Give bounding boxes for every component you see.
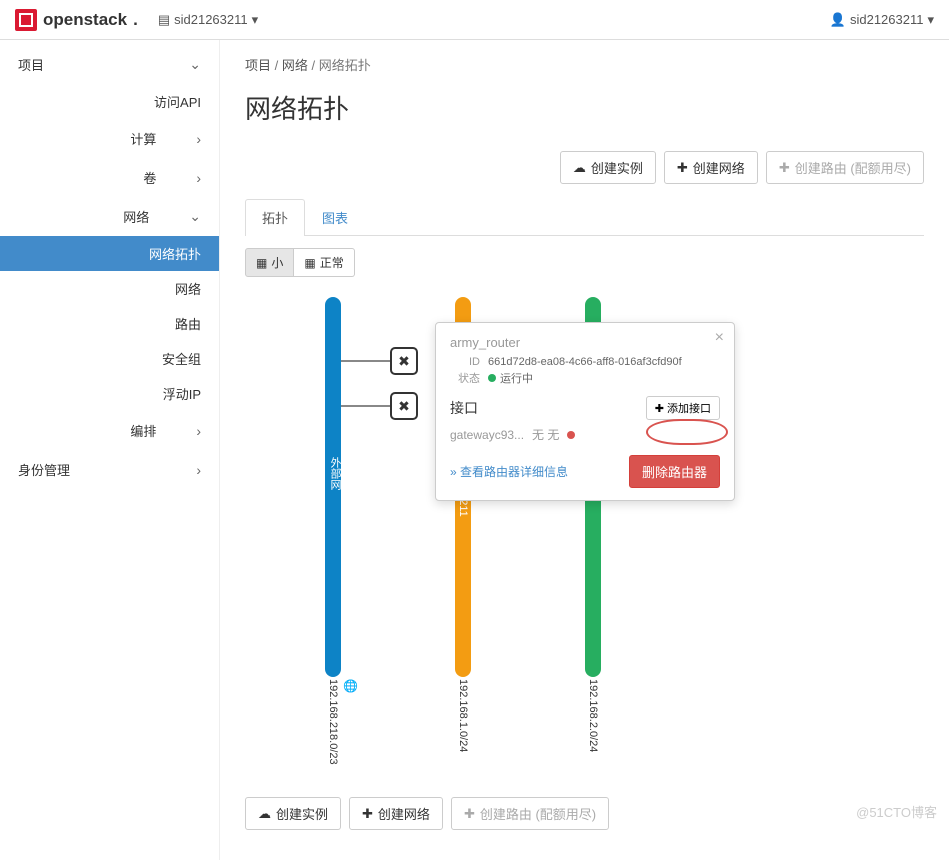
project-selector-label: sid21263211 (174, 12, 248, 27)
view-tabs: 拓扑 图表 (245, 199, 924, 236)
router-popup: × army_router ID661d72d8-ea08-4c66-aff8-… (435, 322, 735, 501)
cloud-upload-icon: ☁ (573, 160, 586, 176)
sidebar: 项目 ⌄ 访问API 计算 › 卷 › 网络 ⌄ 网络拓扑 网络 路由 安全组 … (0, 40, 220, 860)
project-selector[interactable]: ▤ sid21263211 ▾ (158, 12, 258, 28)
create-network-button-bottom[interactable]: ✚创建网络 (349, 797, 443, 830)
main-content: 项目 / 网络 / 网络拓扑 网络拓扑 ☁创建实例 ✚创建网络 ✚创建路由 (配… (220, 40, 949, 860)
size-toggle: ▦小 ▦正常 (245, 248, 924, 277)
subnet-label-2: 192.168.1.0/24 (457, 679, 469, 752)
popup-title: army_router (450, 335, 720, 350)
nav-networks[interactable]: 网络 (0, 271, 219, 306)
create-router-button-bottom: ✚创建路由 (配额用尽) (451, 797, 609, 830)
plus-icon: ✚ (779, 160, 790, 176)
grid-icon: ▦ (304, 256, 315, 270)
topbar-left: openstack. ▤ sid21263211 ▾ (15, 9, 258, 31)
network-label-1: 外部网 (327, 457, 343, 490)
add-interface-button[interactable]: ✚添加接口 (646, 396, 720, 420)
size-small-button[interactable]: ▦小 (245, 248, 294, 277)
nav-network[interactable]: 网络 ⌄ (0, 197, 219, 236)
tab-graph[interactable]: 图表 (305, 199, 365, 235)
interfaces-section: 接口 ✚添加接口 (450, 396, 720, 420)
topology-canvas: 外部网 63211 ✖ ✖ 192.168.218.0/23 🌐 192.168… (305, 297, 924, 717)
router-detail-link[interactable]: » 查看路由器详细信息 (450, 463, 568, 480)
breadcrumb-project[interactable]: 项目 (245, 58, 271, 73)
bottom-actions: ☁创建实例 ✚创建网络 ✚创建路由 (配额用尽) (245, 797, 924, 830)
caret-down-icon: ▾ (927, 12, 934, 28)
size-normal-button[interactable]: ▦正常 (294, 248, 354, 277)
breadcrumb-network[interactable]: 网络 (282, 58, 308, 73)
nav-orchestration[interactable]: 编排 › (0, 411, 219, 450)
grid-small-icon: ▦ (256, 256, 267, 270)
connector-1 (341, 360, 390, 362)
globe-icon: 🌐 (343, 679, 358, 693)
info-id: ID661d72d8-ea08-4c66-aff8-016af3cfd90f (450, 356, 720, 368)
nav-security-groups[interactable]: 安全组 (0, 341, 219, 376)
info-status: 状态运行中 (450, 370, 720, 386)
openstack-icon (15, 9, 37, 31)
nav-compute[interactable]: 计算 › (0, 119, 219, 158)
topbar: openstack. ▤ sid21263211 ▾ 👤 sid21263211… (0, 0, 949, 40)
router-node-1[interactable]: ✖ (390, 347, 418, 375)
subnet-label-1: 192.168.218.0/23 (327, 679, 339, 765)
watermark: @51CTO博客 (856, 802, 937, 821)
chevron-right-icon: › (196, 462, 201, 478)
nav-identity[interactable]: 身份管理 › (0, 450, 219, 489)
chevron-right-icon: › (196, 170, 201, 186)
chevron-down-icon: ⌄ (189, 208, 201, 225)
user-icon: 👤 (830, 12, 846, 28)
launch-instance-button-bottom[interactable]: ☁创建实例 (245, 797, 341, 830)
domain-icon: ▤ (158, 12, 170, 28)
status-dot-red (567, 431, 575, 439)
user-label: sid21263211 (850, 12, 924, 27)
plus-icon: ✚ (464, 806, 475, 822)
create-router-button: ✚创建路由 (配额用尽) (766, 151, 924, 184)
cloud-upload-icon: ☁ (258, 806, 271, 822)
interfaces-heading: 接口 (450, 398, 478, 418)
breadcrumb: 项目 / 网络 / 网络拓扑 (245, 55, 924, 74)
gateway-row: gatewayc93... 无 无 (450, 426, 720, 443)
nav-volume[interactable]: 卷 › (0, 158, 219, 197)
popup-footer: » 查看路由器详细信息 删除路由器 (450, 455, 720, 488)
nav-network-topology[interactable]: 网络拓扑 (0, 236, 219, 271)
router-icon: ✖ (398, 398, 410, 415)
close-icon[interactable]: × (715, 329, 724, 347)
router-node-2[interactable]: ✖ (390, 392, 418, 420)
plus-icon: ✚ (362, 806, 373, 822)
user-menu[interactable]: 👤 sid21263211 ▾ (830, 12, 934, 28)
status-dot-green (488, 374, 496, 382)
brand-text: openstack (43, 10, 127, 30)
chevron-right-icon: › (196, 131, 201, 147)
brand-logo[interactable]: openstack. (15, 9, 138, 31)
create-network-button[interactable]: ✚创建网络 (664, 151, 758, 184)
connector-2 (341, 405, 390, 407)
subnet-label-3: 192.168.2.0/24 (587, 679, 599, 752)
chevron-right-icon: › (196, 423, 201, 439)
tab-topology[interactable]: 拓扑 (245, 199, 305, 236)
breadcrumb-current: 网络拓扑 (319, 58, 371, 73)
network-bar-1[interactable]: 外部网 (325, 297, 341, 677)
plus-icon: ✚ (677, 160, 688, 176)
plus-icon: ✚ (655, 402, 664, 415)
launch-instance-button[interactable]: ☁创建实例 (560, 151, 656, 184)
delete-router-button[interactable]: 删除路由器 (629, 455, 720, 488)
page-title: 网络拓扑 (245, 89, 924, 126)
nav-project[interactable]: 项目 ⌄ (0, 45, 219, 84)
caret-down-icon: ▾ (252, 12, 259, 28)
nav-floating-ips[interactable]: 浮动IP (0, 376, 219, 411)
nav-access-api[interactable]: 访问API (0, 84, 219, 119)
nav-routers[interactable]: 路由 (0, 306, 219, 341)
router-icon: ✖ (398, 353, 410, 370)
chevron-down-icon: ⌄ (189, 56, 201, 73)
top-actions: ☁创建实例 ✚创建网络 ✚创建路由 (配额用尽) (245, 151, 924, 184)
